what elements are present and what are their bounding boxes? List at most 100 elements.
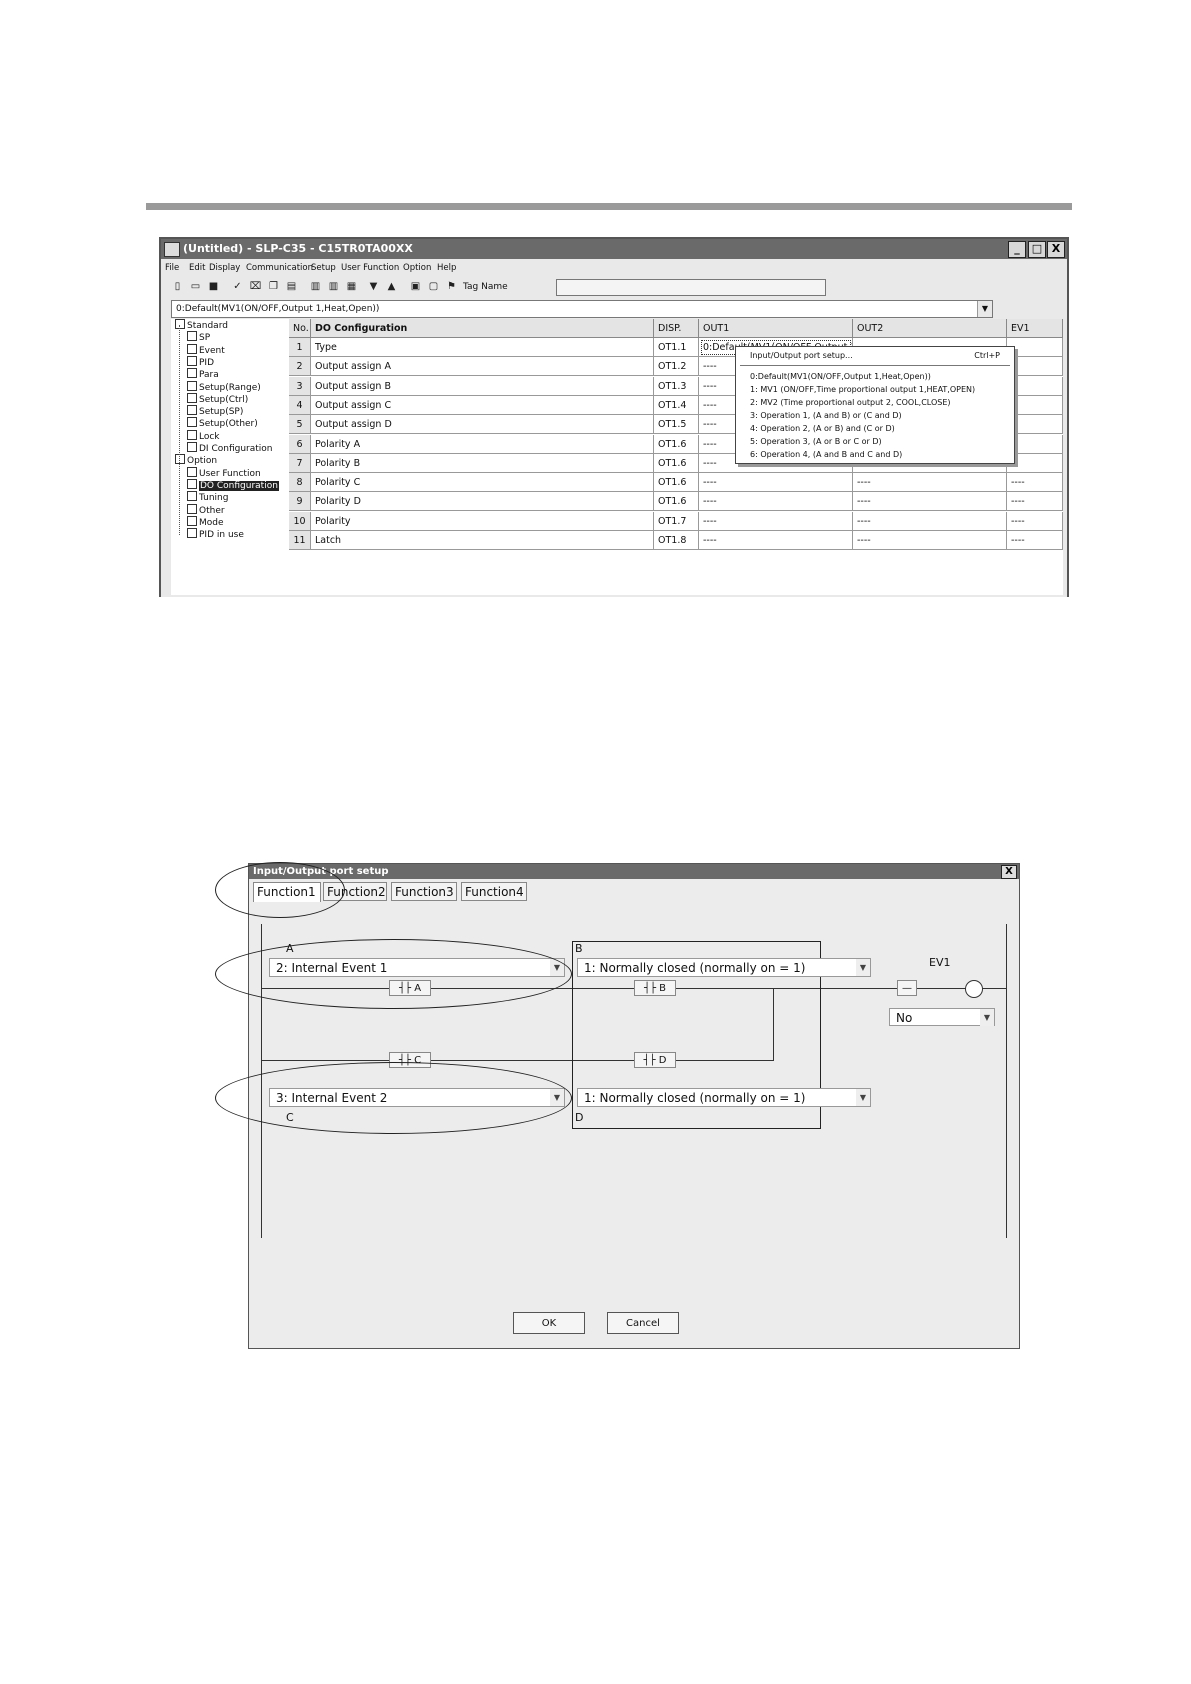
tree-item-option-3[interactable]: Other	[187, 503, 225, 517]
highlight-a-ellipse	[215, 939, 572, 1009]
column-header[interactable]: EV1	[1007, 319, 1063, 338]
table-cell[interactable]: ----	[853, 511, 1007, 531]
tree-item-standard-5[interactable]: Setup(Ctrl)	[187, 392, 248, 406]
tag-name-input[interactable]	[556, 279, 826, 296]
page-icon[interactable]: ▥	[309, 280, 322, 293]
coil-select[interactable]: No ▼	[889, 1008, 995, 1026]
table-cell[interactable]: ----	[853, 531, 1007, 550]
page-icon	[187, 405, 197, 416]
flag-icon[interactable]: ⚑	[445, 280, 458, 293]
monitor-icon[interactable]: ▢	[427, 280, 440, 293]
contact-d-button[interactable]: ┤├ D	[634, 1052, 676, 1068]
ok-button[interactable]: OK	[513, 1312, 585, 1334]
maximize-button[interactable]: □	[1028, 241, 1046, 258]
tree-item-option-0[interactable]: User Function	[187, 466, 261, 480]
upload-icon[interactable]: ▲	[385, 280, 398, 293]
copy-icon[interactable]: ❐	[267, 280, 280, 293]
table-cell[interactable]: ----	[699, 511, 853, 531]
tree-item-standard-2[interactable]: PID	[187, 355, 214, 369]
close-button[interactable]: X	[1047, 241, 1065, 258]
menu-help[interactable]: Help	[437, 260, 456, 276]
tree-item-standard-7[interactable]: Setup(Other)	[187, 417, 258, 430]
column-header[interactable]: OUT1	[699, 319, 853, 338]
tab-function4[interactable]: Function4	[461, 882, 527, 901]
cut-icon[interactable]: ⌧	[249, 280, 262, 293]
tree-item-option-4[interactable]: Mode	[187, 515, 224, 529]
table-cell[interactable]	[1007, 453, 1063, 473]
page2-icon[interactable]: ▥	[327, 280, 340, 293]
paste-icon[interactable]: ▤	[285, 280, 298, 293]
type-combo[interactable]: 0:Default(MV1(ON/OFF,Output 1,Heat,Open)…	[171, 300, 993, 318]
tree-item-standard-3[interactable]: Para	[187, 368, 219, 381]
column-header[interactable]: DO Configuration	[311, 319, 654, 338]
menu-item-type-1[interactable]: 1: MV1 (ON/OFF,Time proportional output …	[750, 385, 975, 394]
chevron-down-icon[interactable]: ▼	[980, 1009, 994, 1026]
menu-item-type-3[interactable]: 3: Operation 1, (A and B) or (C and D)	[750, 411, 902, 420]
column-header[interactable]: No.	[289, 319, 311, 338]
table-cell[interactable]: ----	[699, 531, 853, 550]
chevron-down-icon[interactable]: ▼	[977, 301, 992, 317]
table-cell[interactable]	[1007, 376, 1063, 396]
tree-item-label: Other	[199, 505, 225, 516]
table-cell[interactable]: ----	[699, 473, 853, 493]
menu-edit[interactable]: Edit	[189, 260, 205, 276]
menu-display[interactable]: Display	[209, 260, 240, 276]
table-cell[interactable]	[1007, 415, 1063, 435]
table-cell[interactable]	[1007, 395, 1063, 415]
table-cell[interactable]: ----	[853, 492, 1007, 512]
table-cell[interactable]: ----	[1007, 473, 1063, 493]
table-cell[interactable]: ----	[699, 492, 853, 512]
menu-file[interactable]: File	[165, 260, 179, 276]
menu-communication[interactable]: Communication	[246, 260, 313, 276]
table-cell: OT1.6	[654, 434, 699, 454]
open-folder-icon[interactable]: ▭	[189, 280, 202, 293]
row-number: 6	[289, 434, 311, 454]
table-cell[interactable]	[1007, 338, 1063, 357]
chevron-down-icon[interactable]: ▼	[856, 1089, 870, 1106]
contact-b-button[interactable]: ┤├ B	[634, 980, 676, 996]
tree-item-option-1[interactable]: DO Configuration	[187, 478, 279, 492]
tree-node-option[interactable]: Option	[175, 454, 217, 467]
dialog-close-button[interactable]: X	[1001, 865, 1017, 879]
select-d[interactable]: 1: Normally closed (normally on = 1) ▼	[577, 1088, 871, 1107]
menu-item-port-setup[interactable]: Input/Output port setup...	[750, 351, 853, 360]
select-b[interactable]: 1: Normally closed (normally on = 1) ▼	[577, 958, 871, 977]
check-icon[interactable]: ✓	[231, 280, 244, 293]
table-cell[interactable]	[1007, 434, 1063, 454]
table-cell[interactable]: ----	[1007, 531, 1063, 550]
page3-icon[interactable]: ▦	[345, 280, 358, 293]
table-cell[interactable]	[1007, 357, 1063, 377]
tree-item-standard-8[interactable]: Lock	[187, 429, 220, 443]
settings-icon[interactable]: ▣	[409, 280, 422, 293]
tree-node-standard[interactable]: Standard	[175, 319, 228, 332]
menu-item-type-0[interactable]: 0:Default(MV1(ON/OFF,Output 1,Heat,Open)…	[750, 372, 931, 381]
tree-item-option-2[interactable]: Tuning	[187, 491, 228, 504]
tab-function3[interactable]: Function3	[391, 882, 457, 901]
column-header[interactable]: DISP.	[654, 319, 699, 338]
minimize-button[interactable]: _	[1008, 241, 1026, 258]
menu-item-type-5[interactable]: 5: Operation 3, (A or B or C or D)	[750, 437, 882, 446]
download-icon[interactable]: ▼	[367, 280, 380, 293]
page-icon	[187, 442, 197, 452]
tree-item-standard-9[interactable]: DI Configuration	[187, 442, 272, 455]
cancel-button[interactable]: Cancel	[607, 1312, 679, 1334]
column-header[interactable]: OUT2	[853, 319, 1007, 338]
menu-option[interactable]: Option	[403, 260, 431, 276]
table-cell[interactable]: ----	[1007, 492, 1063, 512]
tree-item-standard-4[interactable]: Setup(Range)	[187, 380, 261, 394]
coil-toggle-button[interactable]: —	[897, 980, 917, 996]
new-file-icon[interactable]: ▯	[171, 280, 184, 293]
menu-setup[interactable]: Setup	[311, 260, 336, 276]
table-cell[interactable]: ----	[1007, 511, 1063, 531]
menu-item-type-4[interactable]: 4: Operation 2, (A or B) and (C or D)	[750, 424, 895, 433]
tree-item-standard-0[interactable]: SP	[187, 331, 210, 344]
table-cell[interactable]: ----	[853, 473, 1007, 493]
save-icon[interactable]: ■	[207, 280, 220, 293]
tree-item-standard-6[interactable]: Setup(SP)	[187, 405, 243, 418]
tree-item-option-5[interactable]: PID in use	[187, 528, 244, 541]
chevron-down-icon[interactable]: ▼	[856, 959, 870, 976]
menu-user-function[interactable]: User Function	[341, 260, 399, 276]
menu-item-type-2[interactable]: 2: MV2 (Time proportional output 2, COOL…	[750, 398, 951, 407]
tree-item-standard-1[interactable]: Event	[187, 343, 225, 357]
menu-item-type-6[interactable]: 6: Operation 4, (A and B and C and D)	[750, 450, 902, 459]
